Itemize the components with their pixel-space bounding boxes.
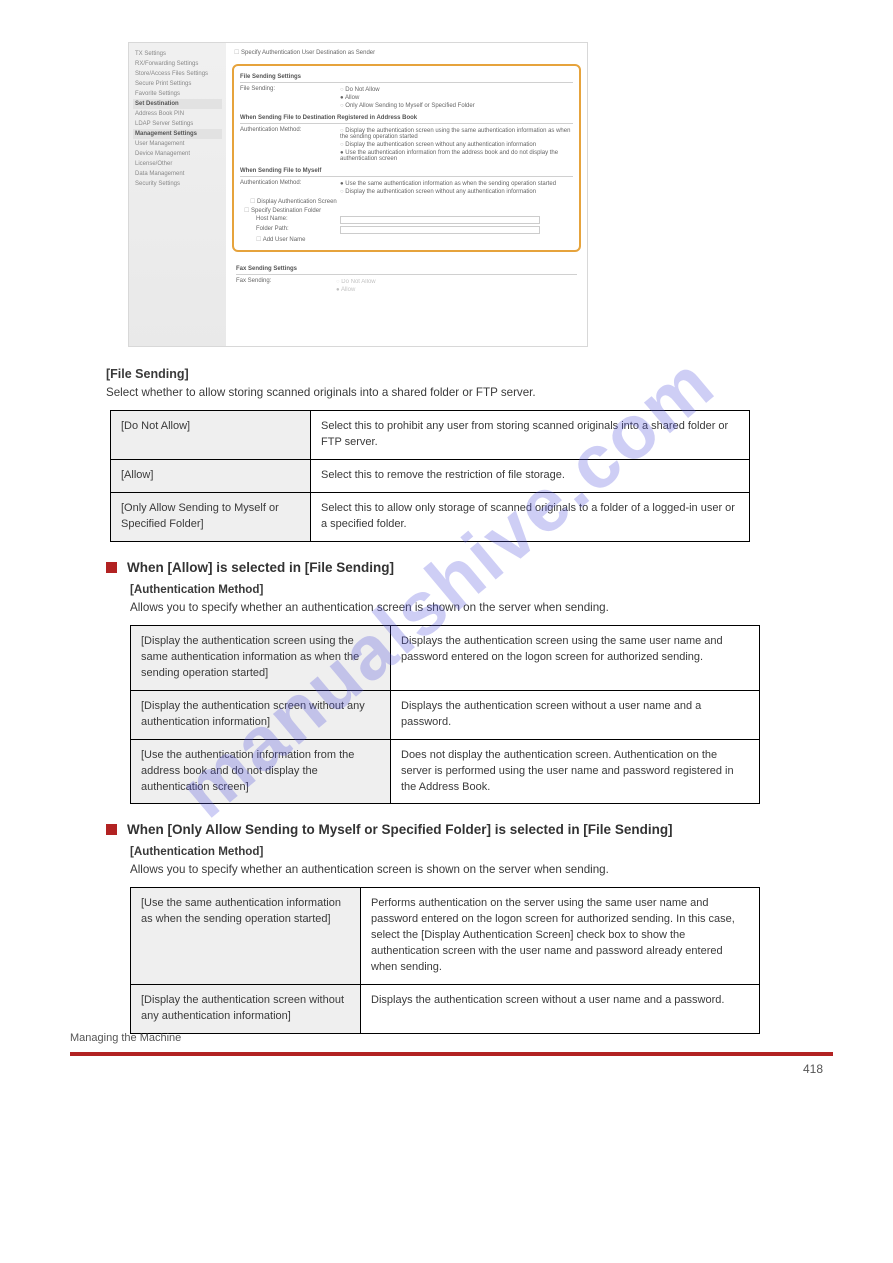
radio-auth-self-1[interactable]: Use the same authentication information … [340,180,573,188]
sub2-para: [Authentication Method] Allows you to sp… [130,843,833,879]
intro-label: [File Sending] [106,367,189,381]
sidebar-link[interactable]: Security Settings [133,179,222,189]
intro-text: Select whether to allow storing scanned … [106,386,536,399]
label: File Sending: [240,86,340,110]
auth-method-myself-table: [Use the same authentication information… [130,887,760,1034]
file-sending-options-table: [Do Not Allow]Select this to prohibit an… [110,410,750,542]
label: Fax Sending: [236,278,336,294]
radio-auth-self-2[interactable]: Display the authentication screen withou… [340,188,573,196]
main-panel: Specify Authentication User Destination … [226,43,587,346]
sub2-label: [Authentication Method] [130,845,263,858]
table-cell: Does not display the authentication scre… [391,739,760,804]
checkbox-auth-user-dest[interactable]: Specify Authentication User Destination … [234,50,375,56]
table-cell-h: [Display the authentication screen witho… [131,985,361,1034]
auth-method-allow-table: [Display the authentication screen using… [130,625,760,805]
table-cell-h: [Use the same authentication information… [131,888,361,985]
label: Host Name: [240,216,340,224]
sidebar-header: Set Destination [133,99,222,109]
radio-fax-1[interactable]: Do Not Allow [336,278,577,286]
label: Folder Path: [240,226,340,234]
folder-path-input[interactable] [340,226,540,234]
section-header: When Sending File to Myself [240,166,573,177]
footer: Managing the Machine 418 [70,1052,833,1088]
sub1-text: Allows you to specify whether an authent… [130,601,609,614]
subsection-title: When [Allow] is selected in [File Sendin… [127,560,394,575]
radio-allow[interactable]: Allow [340,94,573,102]
checkbox-specify-folder[interactable]: Specify Destination Folder [244,206,573,215]
sub1-para: [Authentication Method] Allows you to sp… [130,581,833,617]
sub2-text: Allows you to specify whether an authent… [130,863,609,876]
radio-fax-2[interactable]: Allow [336,286,577,294]
highlighted-frame: File Sending Settings File Sending: Do N… [232,64,581,252]
section-header: When Sending File to Destination Registe… [240,113,573,124]
sidebar-link[interactable]: Data Management [133,169,222,179]
section-header: Fax Sending Settings [236,264,577,275]
table-cell-h: [Only Allow Sending to Myself or Specifi… [111,493,311,542]
sidebar-link[interactable]: Favorite Settings [133,89,222,99]
label: Authentication Method: [240,127,340,163]
table-cell: Select this to remove the restriction of… [311,460,750,493]
radio-do-not-allow[interactable]: Do Not Allow [340,86,573,94]
sidebar-link[interactable]: Device Management [133,149,222,159]
table-cell-h: [Allow] [111,460,311,493]
checkbox-display-auth[interactable]: Display Authentication Screen [250,197,573,206]
bullet-square-icon [106,562,117,573]
table-cell: Displays the authentication screen witho… [391,690,760,739]
radio-only-myself[interactable]: Only Allow Sending to Myself or Specifie… [340,102,573,110]
sidebar-link[interactable]: Store/Access Files Settings [133,69,222,79]
sidebar-link[interactable]: RX/Forwarding Settings [133,59,222,69]
table-cell: Displays the authentication screen using… [391,625,760,690]
screenshot-embedded-ui: TX Settings RX/Forwarding Settings Store… [128,42,588,347]
footer-page-number: 418 [803,1062,823,1076]
radio-auth-ab-1[interactable]: Display the authentication screen using … [340,127,573,141]
radio-auth-ab-2[interactable]: Display the authentication screen withou… [340,141,573,149]
sidebar-link[interactable]: User Management [133,139,222,149]
checkbox-add-user-name[interactable]: Add User Name [256,235,573,244]
footer-chapter: Managing the Machine [70,1032,181,1044]
intro-para: [File Sending] Select whether to allow s… [106,365,833,402]
sidebar-link[interactable]: Address Book PIN [133,109,222,119]
label: Authentication Method: [240,180,340,196]
sidebar-link[interactable]: LDAP Server Settings [133,119,222,129]
sidebar-header: Management Settings [133,129,222,139]
sidebar-link[interactable]: Secure Print Settings [133,79,222,89]
table-cell-h: [Do Not Allow] [111,411,311,460]
host-name-input[interactable] [340,216,540,224]
table-cell: Select this to prohibit any user from st… [311,411,750,460]
sub1-label: [Authentication Method] [130,583,263,596]
sidebar-link[interactable]: License/Other [133,159,222,169]
section-header: File Sending Settings [240,72,573,83]
subsection-title: When [Only Allow Sending to Myself or Sp… [127,822,673,837]
table-cell: Displays the authentication screen witho… [361,985,760,1034]
bullet-square-icon [106,824,117,835]
table-cell-h: [Display the authentication screen witho… [131,690,391,739]
table-cell-h: [Display the authentication screen using… [131,625,391,690]
table-cell-h: [Use the authentication information from… [131,739,391,804]
sidebar: TX Settings RX/Forwarding Settings Store… [129,43,226,346]
radio-auth-ab-3[interactable]: Use the authentication information from … [340,149,573,163]
table-cell: Performs authentication on the server us… [361,888,760,985]
table-cell: Select this to allow only storage of sca… [311,493,750,542]
sidebar-link[interactable]: TX Settings [133,49,222,59]
